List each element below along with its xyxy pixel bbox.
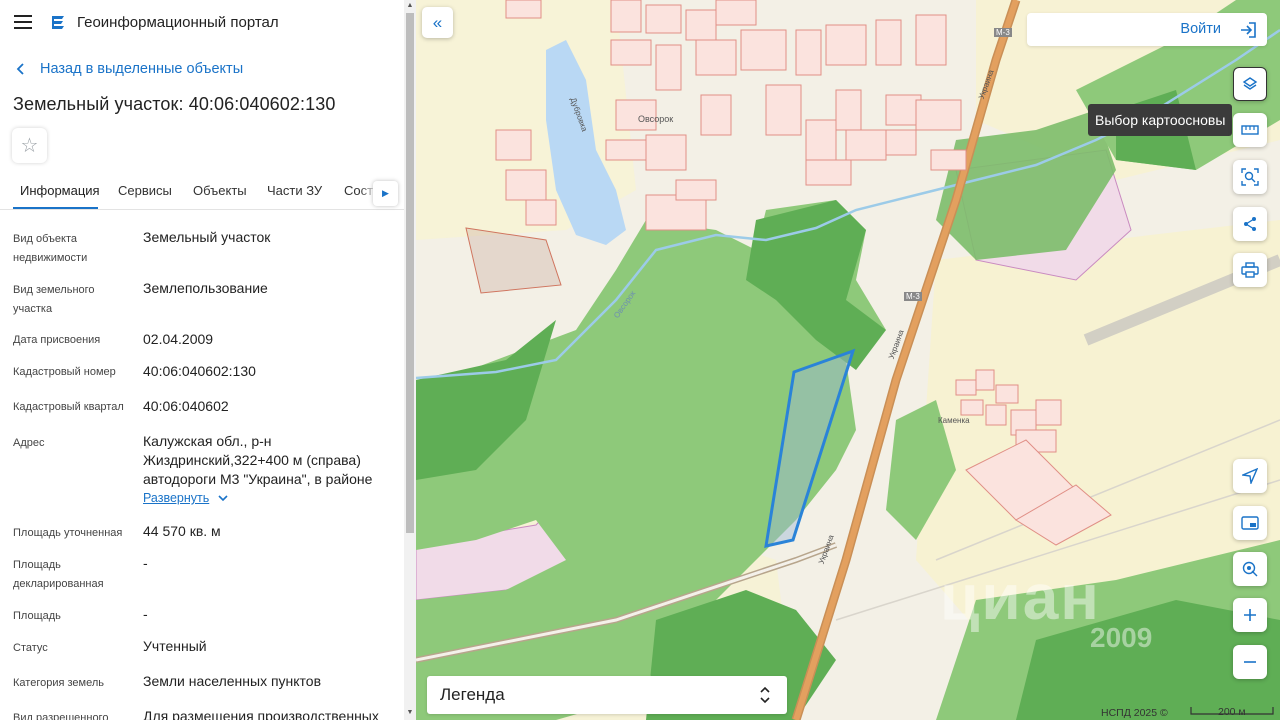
map-attribution: НСПД 2025 © (1101, 707, 1168, 719)
active-tab-indicator (13, 207, 98, 209)
watermark-year: 2009 (1090, 622, 1153, 653)
scroll-down-icon[interactable]: ▼ (406, 709, 414, 717)
area-search-button[interactable] (1233, 160, 1267, 194)
detail-value: Земли населенных пунктов (143, 673, 322, 689)
info-panel: Геоинформационный портал Назад в выделен… (0, 0, 404, 720)
star-icon: ☆ (20, 135, 39, 157)
scrollbar-thumb[interactable] (406, 13, 414, 533)
expand-label: Развернуть (143, 491, 210, 505)
collapse-panel-button[interactable]: « (422, 7, 453, 38)
detail-label: Вид земельного участка (13, 284, 95, 315)
tab-services[interactable]: Сервисы (118, 183, 172, 198)
page-title: Земельный участок: 40:06:040602:130 (13, 94, 336, 114)
back-link-label: Назад в выделенные объекты (40, 61, 244, 77)
detail-value: 02.04.2009 (143, 331, 214, 347)
favorite-button[interactable]: ☆ (12, 128, 47, 163)
detail-value: Учтенный (143, 638, 207, 654)
chevron-left-icon (16, 63, 24, 75)
basemap-button[interactable] (1233, 67, 1267, 101)
road-number-label: М-3 (994, 28, 1012, 37)
map-place-label: Овсорок (638, 114, 674, 124)
scroll-up-icon[interactable]: ▲ (406, 2, 414, 10)
detail-label: Вид разрешенного (13, 712, 109, 720)
zoom-out-button[interactable] (1233, 645, 1267, 679)
detail-label: Площадь декларированная (13, 559, 104, 590)
share-icon (1244, 217, 1256, 231)
back-to-selection-link[interactable]: Назад в выделенные объекты (14, 61, 243, 77)
navigation-arrow-icon (1242, 468, 1258, 484)
expand-collapse-icon[interactable] (759, 685, 771, 705)
detail-label: Площадь уточненная (13, 527, 123, 539)
detail-value: Землепользование (143, 280, 268, 296)
zoom-in-button[interactable] (1233, 598, 1267, 632)
scale-label: 200 м (1218, 706, 1246, 718)
detail-label: Кадастровый квартал (13, 401, 124, 413)
detail-value: 40:06:040602 (143, 398, 229, 414)
menu-icon[interactable] (14, 15, 32, 29)
detail-label: Категория земель (13, 677, 104, 689)
legend-label: Легенда (440, 685, 505, 704)
minimap-button[interactable] (1233, 506, 1267, 540)
detail-label: Дата присвоения (13, 334, 101, 346)
legend-bar[interactable]: Легенда (427, 676, 787, 714)
detail-value: Для размещения производственных (143, 708, 379, 720)
portal-logo-icon (52, 16, 64, 29)
locate-me-button[interactable] (1233, 459, 1267, 493)
search-area-icon (1241, 168, 1259, 186)
panel-scrollbar[interactable]: ▲ ▼ (404, 0, 416, 720)
tab-parcel-parts[interactable]: Части ЗУ (267, 183, 322, 198)
zoom-out-icon (1244, 661, 1256, 663)
minimap-icon (1241, 516, 1259, 530)
ruler-icon (1241, 125, 1259, 135)
geo-target-icon (1242, 561, 1258, 577)
caret-right-icon: ▶ (382, 188, 389, 198)
login-icon[interactable] (1239, 21, 1257, 39)
tab-objects[interactable]: Объекты (193, 183, 247, 198)
basemap-tooltip: Выбор картоосновы (1088, 104, 1233, 136)
login-bar: Войти (1027, 13, 1267, 46)
road-number-label: М-3 (904, 292, 922, 301)
watermark-logo: циан (940, 561, 1101, 633)
tab-scroll-right-button[interactable]: ▶ (373, 181, 398, 206)
top-bar: Геоинформационный портал (0, 0, 404, 46)
chevron-down-icon (218, 495, 228, 502)
detail-value: Земельный участок (143, 229, 271, 245)
layers-icon (1242, 77, 1258, 90)
app-title: Геоинформационный портал (77, 14, 279, 31)
address-value: Калужская обл., р-н Жиздринский,322+400 … (143, 433, 373, 487)
detail-value: 40:06:040602:130 (143, 363, 256, 379)
tab-information[interactable]: Информация (20, 183, 100, 198)
login-button[interactable]: Войти (1180, 21, 1221, 37)
geo-target-button[interactable] (1233, 552, 1267, 586)
detail-value: 44 570 кв. м (143, 523, 221, 539)
double-chevron-left-icon: « (432, 12, 443, 32)
zoom-in-icon (1244, 609, 1256, 621)
print-icon (1241, 262, 1259, 278)
map-place-label: Каменка (938, 416, 970, 425)
measure-button[interactable] (1233, 113, 1267, 147)
detail-label: Статус (13, 642, 48, 654)
expand-address-button[interactable]: Развернуть (143, 491, 229, 505)
print-button[interactable] (1233, 253, 1267, 287)
detail-label: Площадь (13, 610, 61, 622)
detail-label: Кадастровый номер (13, 366, 116, 378)
detail-value: - (143, 606, 148, 622)
tab-bar: Информация Сервисы Объекты Части ЗУ Сост… (0, 176, 404, 210)
detail-label: Адрес (13, 437, 45, 449)
detail-label: Вид объекта недвижимости (13, 233, 88, 264)
share-button[interactable] (1233, 207, 1267, 241)
detail-value: - (143, 555, 148, 571)
